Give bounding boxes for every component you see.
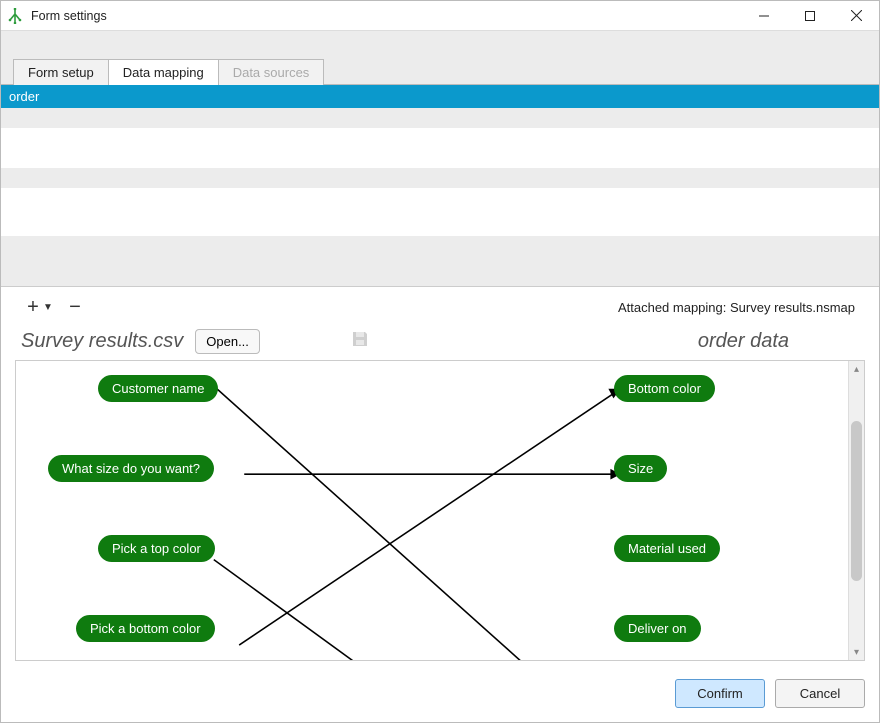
source-file-label: Survey results.csv [21, 330, 183, 353]
remove-button[interactable]: − [61, 293, 89, 321]
window: Form settings Form setup Data mapping Da… [0, 0, 880, 723]
confirm-button[interactable]: Confirm [675, 679, 765, 708]
list-blank-row [1, 128, 879, 168]
list-item-selected[interactable]: order [1, 85, 879, 108]
target-field-pill[interactable]: Size [614, 455, 667, 482]
tab-data-sources: Data sources [218, 59, 325, 85]
status-filename: Survey results.nsmap [730, 300, 855, 315]
source-field-pill[interactable]: Pick a bottom color [76, 615, 215, 642]
dialog-footer: Confirm Cancel [1, 669, 879, 722]
list-blank-row [1, 188, 879, 236]
mapping-list: order [1, 84, 879, 236]
source-field-pill[interactable]: Customer name [98, 375, 218, 402]
minimize-button[interactable] [741, 1, 787, 31]
window-title: Form settings [29, 9, 741, 23]
close-button[interactable] [833, 1, 879, 31]
titlebar: Form settings [1, 1, 879, 31]
target-field-pill[interactable]: Bottom color [614, 375, 715, 402]
cancel-button[interactable]: Cancel [775, 679, 865, 708]
upper-panel: Form setup Data mapping Data sources ord… [1, 31, 879, 287]
add-dropdown-caret-icon[interactable]: ▼ [43, 302, 53, 313]
target-field-pill[interactable]: Deliver on [614, 615, 701, 642]
target-label: order data [370, 330, 859, 353]
attached-mapping-status: Attached mapping: Survey results.nsmap [618, 300, 861, 315]
save-icon [350, 329, 370, 354]
source-field-pill[interactable]: What size do you want? [48, 455, 214, 482]
tab-strip: Form setup Data mapping Data sources [1, 59, 879, 85]
mapping-toolbar: + ▼ − Attached mapping: Survey results.n… [1, 287, 879, 327]
target-field-pill[interactable]: Material used [614, 535, 720, 562]
open-button[interactable]: Open... [195, 329, 260, 354]
mapping-canvas[interactable]: Customer name What size do you want? Pic… [15, 360, 865, 661]
tab-form-setup[interactable]: Form setup [13, 59, 109, 85]
app-icon [1, 8, 29, 24]
scroll-down-icon[interactable]: ▾ [849, 644, 864, 660]
scrollbar-thumb[interactable] [851, 421, 862, 581]
source-field-pill[interactable]: Pick a top color [98, 535, 215, 562]
scroll-up-icon[interactable]: ▴ [849, 361, 864, 377]
status-prefix: Attached mapping: [618, 300, 730, 315]
mapping-header: Survey results.csv Open... order data [1, 327, 879, 360]
canvas-scrollbar[interactable]: ▴ ▾ [848, 361, 864, 660]
tab-data-mapping[interactable]: Data mapping [108, 59, 219, 85]
maximize-button[interactable] [787, 1, 833, 31]
